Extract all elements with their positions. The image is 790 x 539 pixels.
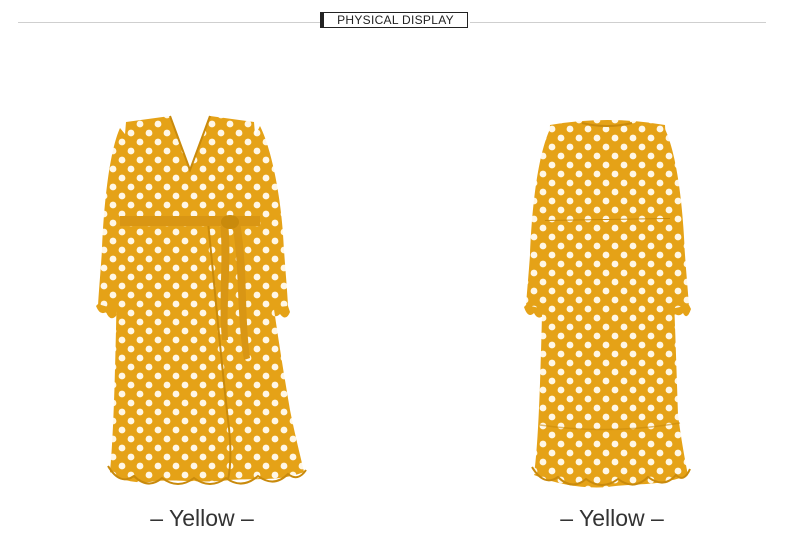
product-caption-front: – Yellow –	[150, 505, 254, 531]
product-caption-back: – Yellow –	[560, 505, 664, 531]
dress-back-illustration	[524, 120, 691, 488]
dress-front-illustration	[96, 115, 307, 485]
header-divider-right	[470, 22, 766, 23]
header-divider-left	[18, 22, 320, 23]
header-tag: PHYSICAL DISPLAY	[320, 12, 468, 28]
product-image-front	[90, 110, 320, 490]
product-image-back	[520, 115, 695, 490]
header-title: PHYSICAL DISPLAY	[337, 13, 454, 27]
